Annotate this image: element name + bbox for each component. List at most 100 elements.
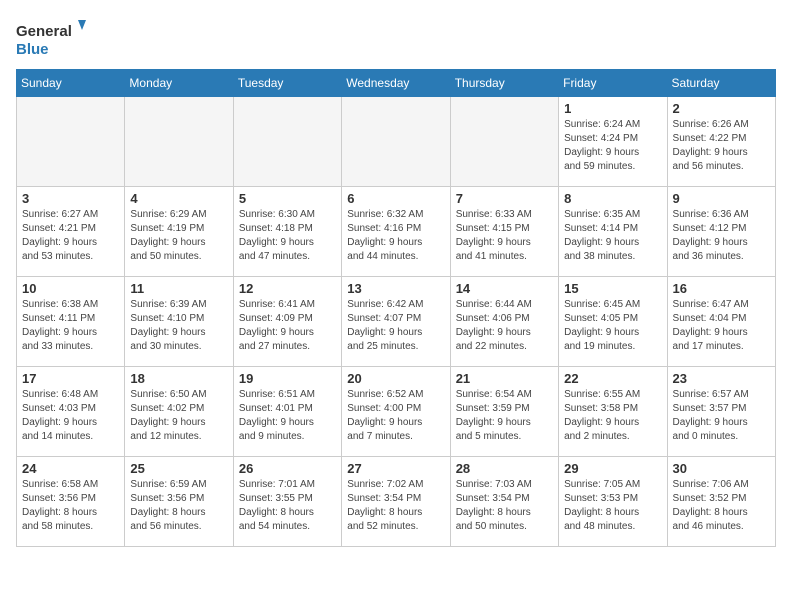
- day-cell-21: 21Sunrise: 6:54 AM Sunset: 3:59 PM Dayli…: [450, 367, 558, 457]
- day-number: 24: [22, 461, 119, 476]
- day-cell-22: 22 Sunrise: 6:55 AM Sunset: 3:58 PM Dayli…: [559, 367, 667, 457]
- day-number: 29: [564, 461, 661, 476]
- week-row-3: 10 Sunrise: 6:38 AM Sunset: 4:11 PM Dayli…: [17, 277, 776, 367]
- day-info: Sunrise: 6:45 AM Sunset: 4:05 PM Dayligh…: [564, 298, 661, 354]
- day-info: Sunrise: 6:55 AM Sunset: 3:58 PM Dayligh…: [564, 388, 661, 444]
- day-number: 16: [673, 281, 770, 296]
- day-info: Sunrise: 6:48 AM Sunset: 4:03 PM Dayligh…: [22, 388, 119, 444]
- day-info: Sunrise: 6:36 AM Sunset: 4:12 PM Dayligh…: [673, 208, 770, 264]
- day-number: 5: [239, 191, 336, 206]
- day-cell-11: 11 Sunrise: 6:39 AM Sunset: 4:10 PM Dayli…: [125, 277, 233, 367]
- week-row-5: 24 Sunrise: 6:58 AM Sunset: 3:56 PM Dayli…: [17, 457, 776, 547]
- day-info: Sunrise: 6:27 AM Sunset: 4:21 PM Dayligh…: [22, 208, 119, 264]
- column-header-friday: Friday: [559, 70, 667, 97]
- calendar-header-row: SundayMondayTuesdayWednesdayThursdayFrid…: [17, 70, 776, 97]
- day-number: 22: [564, 371, 661, 386]
- empty-cell: [450, 97, 558, 187]
- day-number: 14: [456, 281, 553, 296]
- svg-text:General: General: [16, 23, 72, 40]
- day-info: Sunrise: 6:35 AM Sunset: 4:14 PM Dayligh…: [564, 208, 661, 264]
- day-cell-25: 25Sunrise: 6:59 AM Sunset: 3:56 PM Dayli…: [125, 457, 233, 547]
- day-number: 4: [130, 191, 227, 206]
- week-row-2: 3Sunrise: 6:27 AM Sunset: 4:21 PM Daylig…: [17, 187, 776, 277]
- day-cell-3: 3Sunrise: 6:27 AM Sunset: 4:21 PM Daylig…: [17, 187, 125, 277]
- logo: General Blue: [16, 16, 86, 61]
- calendar-table: SundayMondayTuesdayWednesdayThursdayFrid…: [16, 69, 776, 547]
- day-number: 18: [130, 371, 227, 386]
- day-cell-20: 20 Sunrise: 6:52 AM Sunset: 4:00 PM Dayli…: [342, 367, 450, 457]
- day-number: 11: [130, 281, 227, 296]
- day-info: Sunrise: 6:44 AM Sunset: 4:06 PM Dayligh…: [456, 298, 553, 354]
- day-cell-23: 23 Sunrise: 6:57 AM Sunset: 3:57 PM Dayli…: [667, 367, 775, 457]
- empty-cell: [125, 97, 233, 187]
- day-info: Sunrise: 6:50 AM Sunset: 4:02 PM Dayligh…: [130, 388, 227, 444]
- page-header: General Blue: [16, 16, 776, 61]
- day-number: 23: [673, 371, 770, 386]
- day-number: 8: [564, 191, 661, 206]
- day-info: Sunrise: 6:42 AM Sunset: 4:07 PM Dayligh…: [347, 298, 444, 354]
- day-cell-14: 14 Sunrise: 6:44 AM Sunset: 4:06 PM Dayli…: [450, 277, 558, 367]
- day-number: 10: [22, 281, 119, 296]
- day-number: 2: [673, 101, 770, 116]
- day-number: 6: [347, 191, 444, 206]
- day-info: Sunrise: 6:26 AM Sunset: 4:22 PM Dayligh…: [673, 118, 770, 174]
- day-cell-7: 7Sunrise: 6:33 AM Sunset: 4:15 PM Daylig…: [450, 187, 558, 277]
- day-cell-30: 30 Sunrise: 7:06 AM Sunset: 3:52 PM Dayli…: [667, 457, 775, 547]
- day-cell-10: 10 Sunrise: 6:38 AM Sunset: 4:11 PM Dayli…: [17, 277, 125, 367]
- day-info: Sunrise: 6:58 AM Sunset: 3:56 PM Dayligh…: [22, 478, 119, 534]
- day-info: Sunrise: 6:32 AM Sunset: 4:16 PM Dayligh…: [347, 208, 444, 264]
- empty-cell: [233, 97, 341, 187]
- day-number: 20: [347, 371, 444, 386]
- day-number: 13: [347, 281, 444, 296]
- day-cell-1: 1 Sunrise: 6:24 AM Sunset: 4:24 PM Daylig…: [559, 97, 667, 187]
- day-cell-17: 17 Sunrise: 6:48 AM Sunset: 4:03 PM Dayli…: [17, 367, 125, 457]
- column-header-monday: Monday: [125, 70, 233, 97]
- column-header-thursday: Thursday: [450, 70, 558, 97]
- day-info: Sunrise: 7:06 AM Sunset: 3:52 PM Dayligh…: [673, 478, 770, 534]
- day-cell-4: 4 Sunrise: 6:29 AM Sunset: 4:19 PM Daylig…: [125, 187, 233, 277]
- logo-svg: General Blue: [16, 16, 86, 61]
- day-number: 28: [456, 461, 553, 476]
- column-header-sunday: Sunday: [17, 70, 125, 97]
- day-info: Sunrise: 7:02 AM Sunset: 3:54 PM Dayligh…: [347, 478, 444, 534]
- day-cell-12: 12 Sunrise: 6:41 AM Sunset: 4:09 PM Dayli…: [233, 277, 341, 367]
- day-cell-28: 28 Sunrise: 7:03 AM Sunset: 3:54 PM Dayli…: [450, 457, 558, 547]
- day-cell-13: 13 Sunrise: 6:42 AM Sunset: 4:07 PM Dayli…: [342, 277, 450, 367]
- calendar-body: 1 Sunrise: 6:24 AM Sunset: 4:24 PM Daylig…: [17, 97, 776, 547]
- column-header-saturday: Saturday: [667, 70, 775, 97]
- day-info: Sunrise: 6:41 AM Sunset: 4:09 PM Dayligh…: [239, 298, 336, 354]
- day-info: Sunrise: 6:51 AM Sunset: 4:01 PM Dayligh…: [239, 388, 336, 444]
- day-info: Sunrise: 6:29 AM Sunset: 4:19 PM Dayligh…: [130, 208, 227, 264]
- day-info: Sunrise: 6:57 AM Sunset: 3:57 PM Dayligh…: [673, 388, 770, 444]
- day-number: 26: [239, 461, 336, 476]
- day-cell-26: 26Sunrise: 7:01 AM Sunset: 3:55 PM Dayli…: [233, 457, 341, 547]
- day-info: Sunrise: 6:39 AM Sunset: 4:10 PM Dayligh…: [130, 298, 227, 354]
- svg-text:Blue: Blue: [16, 41, 49, 58]
- day-number: 1: [564, 101, 661, 116]
- day-info: Sunrise: 6:24 AM Sunset: 4:24 PM Dayligh…: [564, 118, 661, 174]
- day-number: 12: [239, 281, 336, 296]
- day-info: Sunrise: 6:59 AM Sunset: 3:56 PM Dayligh…: [130, 478, 227, 534]
- column-header-wednesday: Wednesday: [342, 70, 450, 97]
- day-info: Sunrise: 7:05 AM Sunset: 3:53 PM Dayligh…: [564, 478, 661, 534]
- empty-cell: [17, 97, 125, 187]
- day-info: Sunrise: 7:03 AM Sunset: 3:54 PM Dayligh…: [456, 478, 553, 534]
- day-info: Sunrise: 6:52 AM Sunset: 4:00 PM Dayligh…: [347, 388, 444, 444]
- day-info: Sunrise: 6:30 AM Sunset: 4:18 PM Dayligh…: [239, 208, 336, 264]
- day-cell-16: 16 Sunrise: 6:47 AM Sunset: 4:04 PM Dayli…: [667, 277, 775, 367]
- column-header-tuesday: Tuesday: [233, 70, 341, 97]
- day-number: 27: [347, 461, 444, 476]
- day-cell-9: 9Sunrise: 6:36 AM Sunset: 4:12 PM Daylig…: [667, 187, 775, 277]
- day-cell-15: 15 Sunrise: 6:45 AM Sunset: 4:05 PM Dayli…: [559, 277, 667, 367]
- day-number: 17: [22, 371, 119, 386]
- day-number: 7: [456, 191, 553, 206]
- day-info: Sunrise: 6:47 AM Sunset: 4:04 PM Dayligh…: [673, 298, 770, 354]
- day-cell-18: 18 Sunrise: 6:50 AM Sunset: 4:02 PM Dayli…: [125, 367, 233, 457]
- day-cell-19: 19Sunrise: 6:51 AM Sunset: 4:01 PM Dayli…: [233, 367, 341, 457]
- day-number: 15: [564, 281, 661, 296]
- day-info: Sunrise: 6:38 AM Sunset: 4:11 PM Dayligh…: [22, 298, 119, 354]
- day-cell-29: 29 Sunrise: 7:05 AM Sunset: 3:53 PM Dayli…: [559, 457, 667, 547]
- empty-cell: [342, 97, 450, 187]
- day-number: 30: [673, 461, 770, 476]
- week-row-1: 1 Sunrise: 6:24 AM Sunset: 4:24 PM Daylig…: [17, 97, 776, 187]
